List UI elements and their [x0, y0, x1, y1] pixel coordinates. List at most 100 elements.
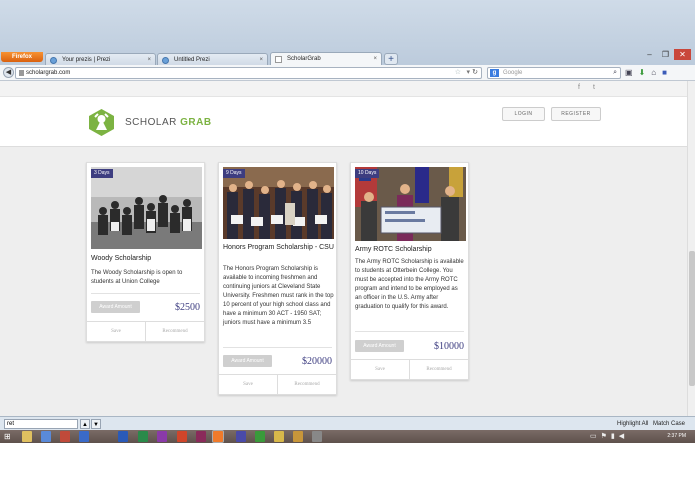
minimize-button[interactable]: –	[642, 49, 657, 60]
navigation-bar: ◀ scholargrab.com ☆ ▾ ↻ g Google ⌕ ▣ ⬇ ⌂…	[0, 65, 695, 81]
onenote-icon[interactable]	[157, 431, 167, 442]
scholarship-photo: 9 Days	[223, 167, 334, 249]
bookmarks-menu-icon[interactable]: ▣	[625, 68, 633, 78]
search-bar[interactable]: g Google ⌕	[487, 67, 621, 79]
scholarship-card[interactable]: 9 Days Honors Program Scholarship - CSU …	[218, 162, 337, 395]
home-icon[interactable]: ⌂	[651, 68, 656, 78]
back-button[interactable]: ◀	[3, 67, 14, 78]
word-icon[interactable]	[118, 431, 128, 442]
windows-start-icon[interactable]: ⊞	[4, 432, 13, 441]
flag-icon[interactable]: ⚑	[601, 433, 611, 440]
save-button[interactable]: Save	[351, 360, 410, 379]
award-amount-button[interactable]: Award Amount	[355, 340, 404, 352]
scholarship-card[interactable]: 10 Days Army ROTC Scholarship The Army R…	[350, 162, 469, 380]
award-amount-value: $10000	[434, 341, 464, 352]
app-icon[interactable]	[236, 431, 246, 442]
save-button[interactable]: Save	[219, 375, 278, 394]
scholarship-title[interactable]: Army ROTC Scholarship	[355, 246, 467, 254]
browser-titlebar: Firefox Your prezis | Prezi × Untitled P…	[0, 0, 695, 66]
find-next-button[interactable]: ▼	[91, 419, 101, 429]
dropdown-arrow-icon[interactable]: ▾	[466, 68, 470, 78]
site-logo-text[interactable]: SCHOLAR GRAB	[125, 117, 212, 128]
system-tray: ▭⚑▮◀	[590, 431, 628, 442]
recommend-button[interactable]: Recommend	[146, 322, 204, 341]
file-explorer-icon[interactable]	[22, 431, 32, 442]
scholarship-title[interactable]: Woody Scholarship	[91, 255, 203, 263]
tab-label: Untitled Prezi	[174, 57, 210, 63]
find-input[interactable]: ret	[4, 419, 78, 429]
twitter-icon[interactable]: t	[593, 84, 595, 91]
bookmark-star-icon[interactable]: ☆	[455, 68, 461, 78]
firefox-menu-button[interactable]: Firefox	[1, 52, 43, 62]
app-icon[interactable]	[196, 431, 206, 442]
tab-label: ScholarGrab	[287, 56, 321, 62]
powerpoint-icon[interactable]	[177, 431, 187, 442]
toolbar-icons: ▣ ⬇ ⌂ ■	[625, 68, 667, 78]
site-header: SCHOLAR GRAB LOGIN REGISTER	[0, 97, 687, 147]
login-button[interactable]: LOGIN	[502, 107, 545, 121]
scholarship-description: The Woody Scholarship is open to student…	[91, 270, 183, 285]
maximize-button[interactable]: ❐	[658, 49, 673, 60]
app-icon[interactable]	[60, 431, 70, 442]
window-controls: – ❐ ✕	[642, 49, 691, 60]
facebook-icon[interactable]: f	[578, 84, 580, 91]
firefox-icon[interactable]	[212, 430, 224, 443]
logo-word-grab: GRAB	[180, 117, 212, 128]
volume-icon[interactable]: ◀	[619, 433, 628, 440]
group-photo-image	[91, 167, 202, 249]
search-icon[interactable]: ⌕	[613, 68, 617, 78]
highlight-all-option[interactable]: Highlight All	[617, 419, 648, 429]
app-icon[interactable]	[79, 431, 89, 442]
scrollbar-thumb[interactable]	[689, 251, 695, 386]
keyboard-icon[interactable]: ▭	[590, 433, 601, 440]
url-text: scholargrab.com	[26, 70, 71, 76]
divider	[223, 347, 332, 348]
app-icon[interactable]	[293, 431, 303, 442]
match-case-option[interactable]: Match Case	[653, 419, 685, 429]
reload-icon[interactable]: ↻	[472, 68, 478, 78]
award-amount-button[interactable]: Award Amount	[223, 355, 272, 367]
app-icon[interactable]	[255, 431, 265, 442]
app-icon[interactable]	[274, 431, 284, 442]
award-amount-value: $2500	[175, 302, 200, 313]
prezi-favicon-icon	[162, 57, 169, 64]
scholarship-photo: 3 Days	[91, 167, 202, 249]
close-icon[interactable]: ×	[373, 53, 377, 65]
scholargrab-logo-icon[interactable]	[87, 108, 116, 137]
close-window-button[interactable]: ✕	[674, 49, 691, 60]
find-previous-button[interactable]: ▲	[80, 419, 90, 429]
app-icon[interactable]	[41, 431, 51, 442]
register-button[interactable]: REGISTER	[551, 107, 601, 121]
days-left-badge: 9 Days	[223, 169, 245, 178]
award-amount-value: $20000	[302, 356, 332, 367]
web-page: f t SCHOLAR GRAB LOGIN REGISTER 3 Days W…	[0, 81, 687, 416]
scholarship-photo: 10 Days	[355, 167, 466, 249]
award-amount-button[interactable]: Award Amount	[91, 301, 140, 313]
scholarship-description: The Army ROTC Scholarship is available t…	[355, 259, 464, 310]
card-actions: Save Recommend	[87, 321, 204, 341]
scholarship-card[interactable]: 3 Days Woody Scholarship The Woody Schol…	[86, 162, 205, 342]
new-tab-button[interactable]: +	[384, 53, 398, 65]
tab-scholargrab[interactable]: ScholarGrab ×	[270, 52, 382, 66]
excel-icon[interactable]	[138, 431, 148, 442]
google-engine-icon[interactable]: g	[490, 69, 499, 77]
app-icon[interactable]	[312, 431, 322, 442]
site-identity-icon[interactable]	[19, 70, 24, 76]
taskbar-clock[interactable]: 2:37 PM	[667, 430, 686, 443]
url-bar[interactable]: scholargrab.com ☆ ▾ ↻	[15, 67, 482, 79]
recommend-button[interactable]: Recommend	[410, 360, 468, 379]
download-icon[interactable]: ⬇	[639, 68, 646, 78]
ceremony-photo-image	[355, 167, 466, 241]
addon-icon[interactable]: ■	[662, 68, 667, 78]
find-bar: ret ▲ ▼ Highlight All Match Case	[0, 416, 695, 430]
card-actions: Save Recommend	[219, 374, 336, 394]
search-placeholder: Google	[503, 70, 523, 76]
scholarship-title[interactable]: Honors Program Scholarship - CSU	[223, 244, 335, 252]
network-icon[interactable]: ▮	[611, 433, 619, 440]
card-actions: Save Recommend	[351, 359, 468, 379]
days-left-badge: 10 Days	[355, 169, 380, 178]
page-scrollbar[interactable]	[687, 81, 695, 416]
recommend-button[interactable]: Recommend	[278, 375, 336, 394]
save-button[interactable]: Save	[87, 322, 146, 341]
tab-label: Your prezis | Prezi	[62, 57, 111, 63]
